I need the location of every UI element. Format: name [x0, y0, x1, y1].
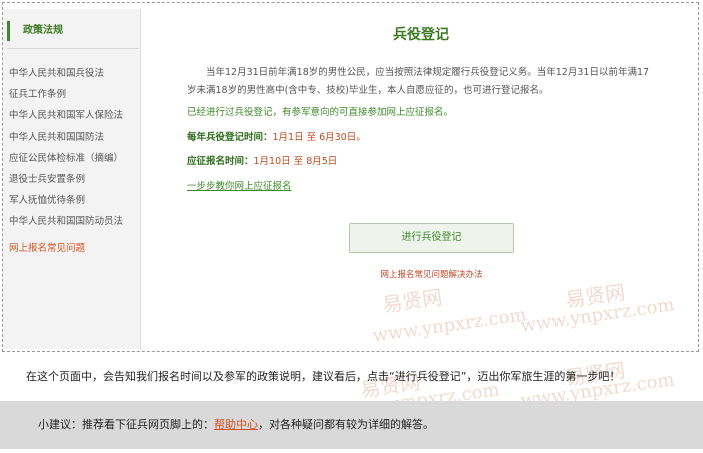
application-time: 应征报名时间：1月10日 至 8月5日: [187, 153, 337, 167]
tip-suffix: ，对各种疑问都有较为详细的解答。: [258, 418, 434, 431]
sidebar-divider: [7, 48, 139, 49]
help-center-link[interactable]: 帮助中心: [214, 418, 258, 431]
sidebar-item-national-defense-law[interactable]: 中华人民共和国国防法: [9, 127, 123, 148]
registered-note: 已经进行过兵役登记，有参军意向的可直接参加网上应征报名。: [187, 107, 454, 118]
tip-text: 小建议：推荐看下征兵网页脚上的：帮助中心，对各种疑问都有较为详细的解答。: [38, 416, 434, 432]
tip-bar: 小建议：推荐看下征兵网页脚上的：帮助中心，对各种疑问都有较为详细的解答。: [0, 401, 703, 449]
registration-time-value: 1月1日 至 6月30日。: [272, 132, 366, 143]
application-time-value: 1月10日 至 8月5日: [253, 156, 338, 167]
sidebar-item-defense-mobilization-law[interactable]: 中华人民共和国国防动员法: [9, 211, 123, 232]
sidebar-faq-link[interactable]: 网上报名常见问题: [9, 240, 85, 254]
page-title: 兵役登记: [393, 27, 449, 43]
registration-time-label: 每年兵役登记时间：: [187, 132, 273, 143]
guide-link[interactable]: 一步步教你网上应征报名: [187, 178, 292, 192]
application-time-label: 应征报名时间：: [187, 156, 254, 167]
sidebar-title: 政策法规: [7, 21, 137, 41]
sidebar-item-military-insurance-law[interactable]: 中华人民共和国军人保险法: [9, 105, 123, 126]
sidebar-item-conscription-regulations[interactable]: 征兵工作条例: [9, 84, 123, 105]
eligibility-paragraph: 当年12月31日前年满18岁的男性公民，应当按照法律规定履行兵役登记义务。当年1…: [187, 67, 650, 96]
sidebar-item-physical-exam-standard[interactable]: 应征公民体检标准（摘编）: [9, 148, 123, 169]
instruction-notice: 在这个页面中，会告知我们报名时间以及参军的政策说明，建议看后，点击“进行兵役登记…: [26, 370, 621, 383]
register-button[interactable]: 进行兵役登记: [349, 223, 514, 253]
sidebar-list: 中华人民共和国兵役法 征兵工作条例 中华人民共和国军人保险法 中华人民共和国国防…: [9, 63, 123, 233]
registration-time: 每年兵役登记时间：1月1日 至 6月30日。: [187, 129, 366, 143]
sidebar: 政策法规 中华人民共和国兵役法 征兵工作条例 中华人民共和国军人保险法 中华人民…: [3, 9, 141, 349]
sidebar-item-soldier-benefits[interactable]: 军人抚恤优待条例: [9, 190, 123, 211]
sidebar-item-military-service-law[interactable]: 中华人民共和国兵役法: [9, 63, 123, 84]
sidebar-item-veteran-resettlement[interactable]: 退役士兵安置条例: [9, 169, 123, 190]
tip-prefix: 小建议：推荐看下征兵网页脚上的：: [38, 418, 214, 431]
